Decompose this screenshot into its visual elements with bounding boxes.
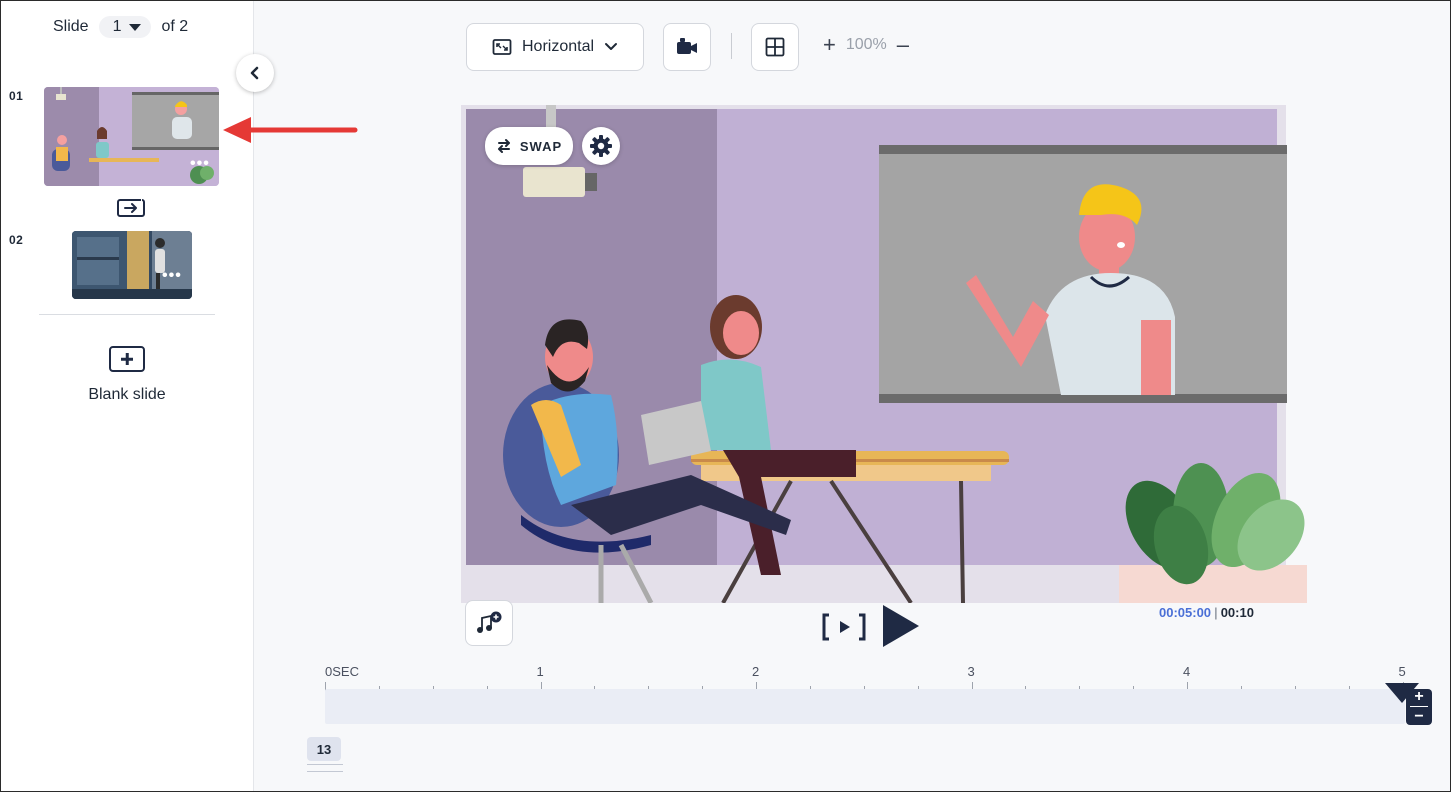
record-camera-button[interactable]: [663, 23, 711, 71]
swap-button[interactable]: SWAP: [485, 127, 573, 165]
grid-icon: [765, 37, 785, 57]
slide-transition-icon[interactable]: [115, 197, 147, 219]
current-slide-number: 1: [112, 18, 122, 35]
add-music-button[interactable]: [465, 600, 513, 646]
orientation-label: Horizontal: [521, 38, 595, 55]
zoom-in-button[interactable]: +: [823, 34, 836, 56]
timeline-label-1: 1: [536, 664, 544, 679]
zoom-out-button[interactable]: –: [897, 34, 909, 56]
slide-picker: Slide 1 of 2: [53, 15, 188, 39]
playback-time: 00:05:00 | 00:10: [1159, 605, 1254, 620]
timeline-label-2: 2: [752, 664, 760, 679]
play-button[interactable]: [881, 604, 921, 648]
timeline-label-5: 5: [1398, 664, 1406, 679]
slide-total-label: of 2: [161, 18, 189, 35]
editor-window: Slide 1 of 2 01 ••• 02 ••• Blank slide H…: [0, 0, 1451, 792]
slide-thumbnail-1[interactable]: •••: [44, 87, 219, 186]
video-camera-icon: [677, 38, 697, 54]
slide-number-dropdown[interactable]: 1: [98, 16, 152, 38]
slide-number-01: 01: [9, 89, 24, 103]
scene-settings-button[interactable]: [582, 127, 620, 165]
slide-number-02: 02: [9, 233, 24, 247]
slide-thumbnail-2[interactable]: •••: [72, 231, 192, 299]
add-blank-slide-button[interactable]: Blank slide: [71, 346, 183, 410]
add-slide-icon: [109, 346, 145, 372]
caret-down-icon: [129, 23, 142, 31]
orientation-dropdown[interactable]: Horizontal: [466, 23, 644, 71]
timeline-zoom-in-button[interactable]: +: [1414, 689, 1423, 705]
slide-1-more-icon[interactable]: •••: [190, 155, 210, 173]
play-scene-button[interactable]: [821, 611, 867, 643]
slides-sidebar: Slide 1 of 2 01 ••• 02 ••• Blank slide: [1, 1, 254, 791]
blank-slide-label: Blank slide: [88, 386, 166, 403]
current-time: 00:05:00: [1159, 605, 1212, 620]
zoom-level: 100%: [845, 36, 887, 53]
chevron-down-icon: [605, 43, 618, 50]
timeline-track[interactable]: [325, 689, 1405, 724]
aspect-ratio-icon: [492, 39, 512, 55]
slide-label: Slide: [53, 18, 89, 35]
track-badge-underline: [307, 764, 343, 772]
red-arrow-annotation: [223, 117, 358, 143]
timeline-label-3: 3: [967, 664, 975, 679]
slide-2-preview-image: [72, 231, 192, 299]
timeline-ruler: 0SEC 1 2 3 4 5: [325, 661, 1410, 691]
sidebar-divider: [39, 314, 215, 315]
swap-arrows-icon: [497, 139, 510, 153]
zoom-control: + 100% –: [823, 34, 909, 56]
chevron-left-icon: [250, 66, 259, 80]
scene-illustration: [461, 105, 1309, 603]
grid-toggle-button[interactable]: [751, 23, 799, 71]
timeline-label-0: 0SEC: [325, 664, 359, 679]
timeline-zoom-out-button[interactable]: −: [1414, 708, 1423, 724]
total-time: 00:10: [1220, 605, 1254, 620]
toolbar-divider: [731, 33, 732, 59]
add-music-icon: [477, 611, 502, 633]
track-badge[interactable]: 13: [307, 737, 341, 761]
slide-canvas[interactable]: [461, 105, 1309, 603]
slide-2-more-icon[interactable]: •••: [162, 267, 182, 285]
time-separator: |: [1214, 605, 1218, 620]
timeline-label-4: 4: [1183, 664, 1191, 679]
timeline-zoom-control: + −: [1406, 689, 1432, 725]
swap-label: SWAP: [519, 138, 563, 154]
collapse-sidebar-button[interactable]: [236, 54, 274, 92]
gear-icon: [590, 135, 612, 157]
